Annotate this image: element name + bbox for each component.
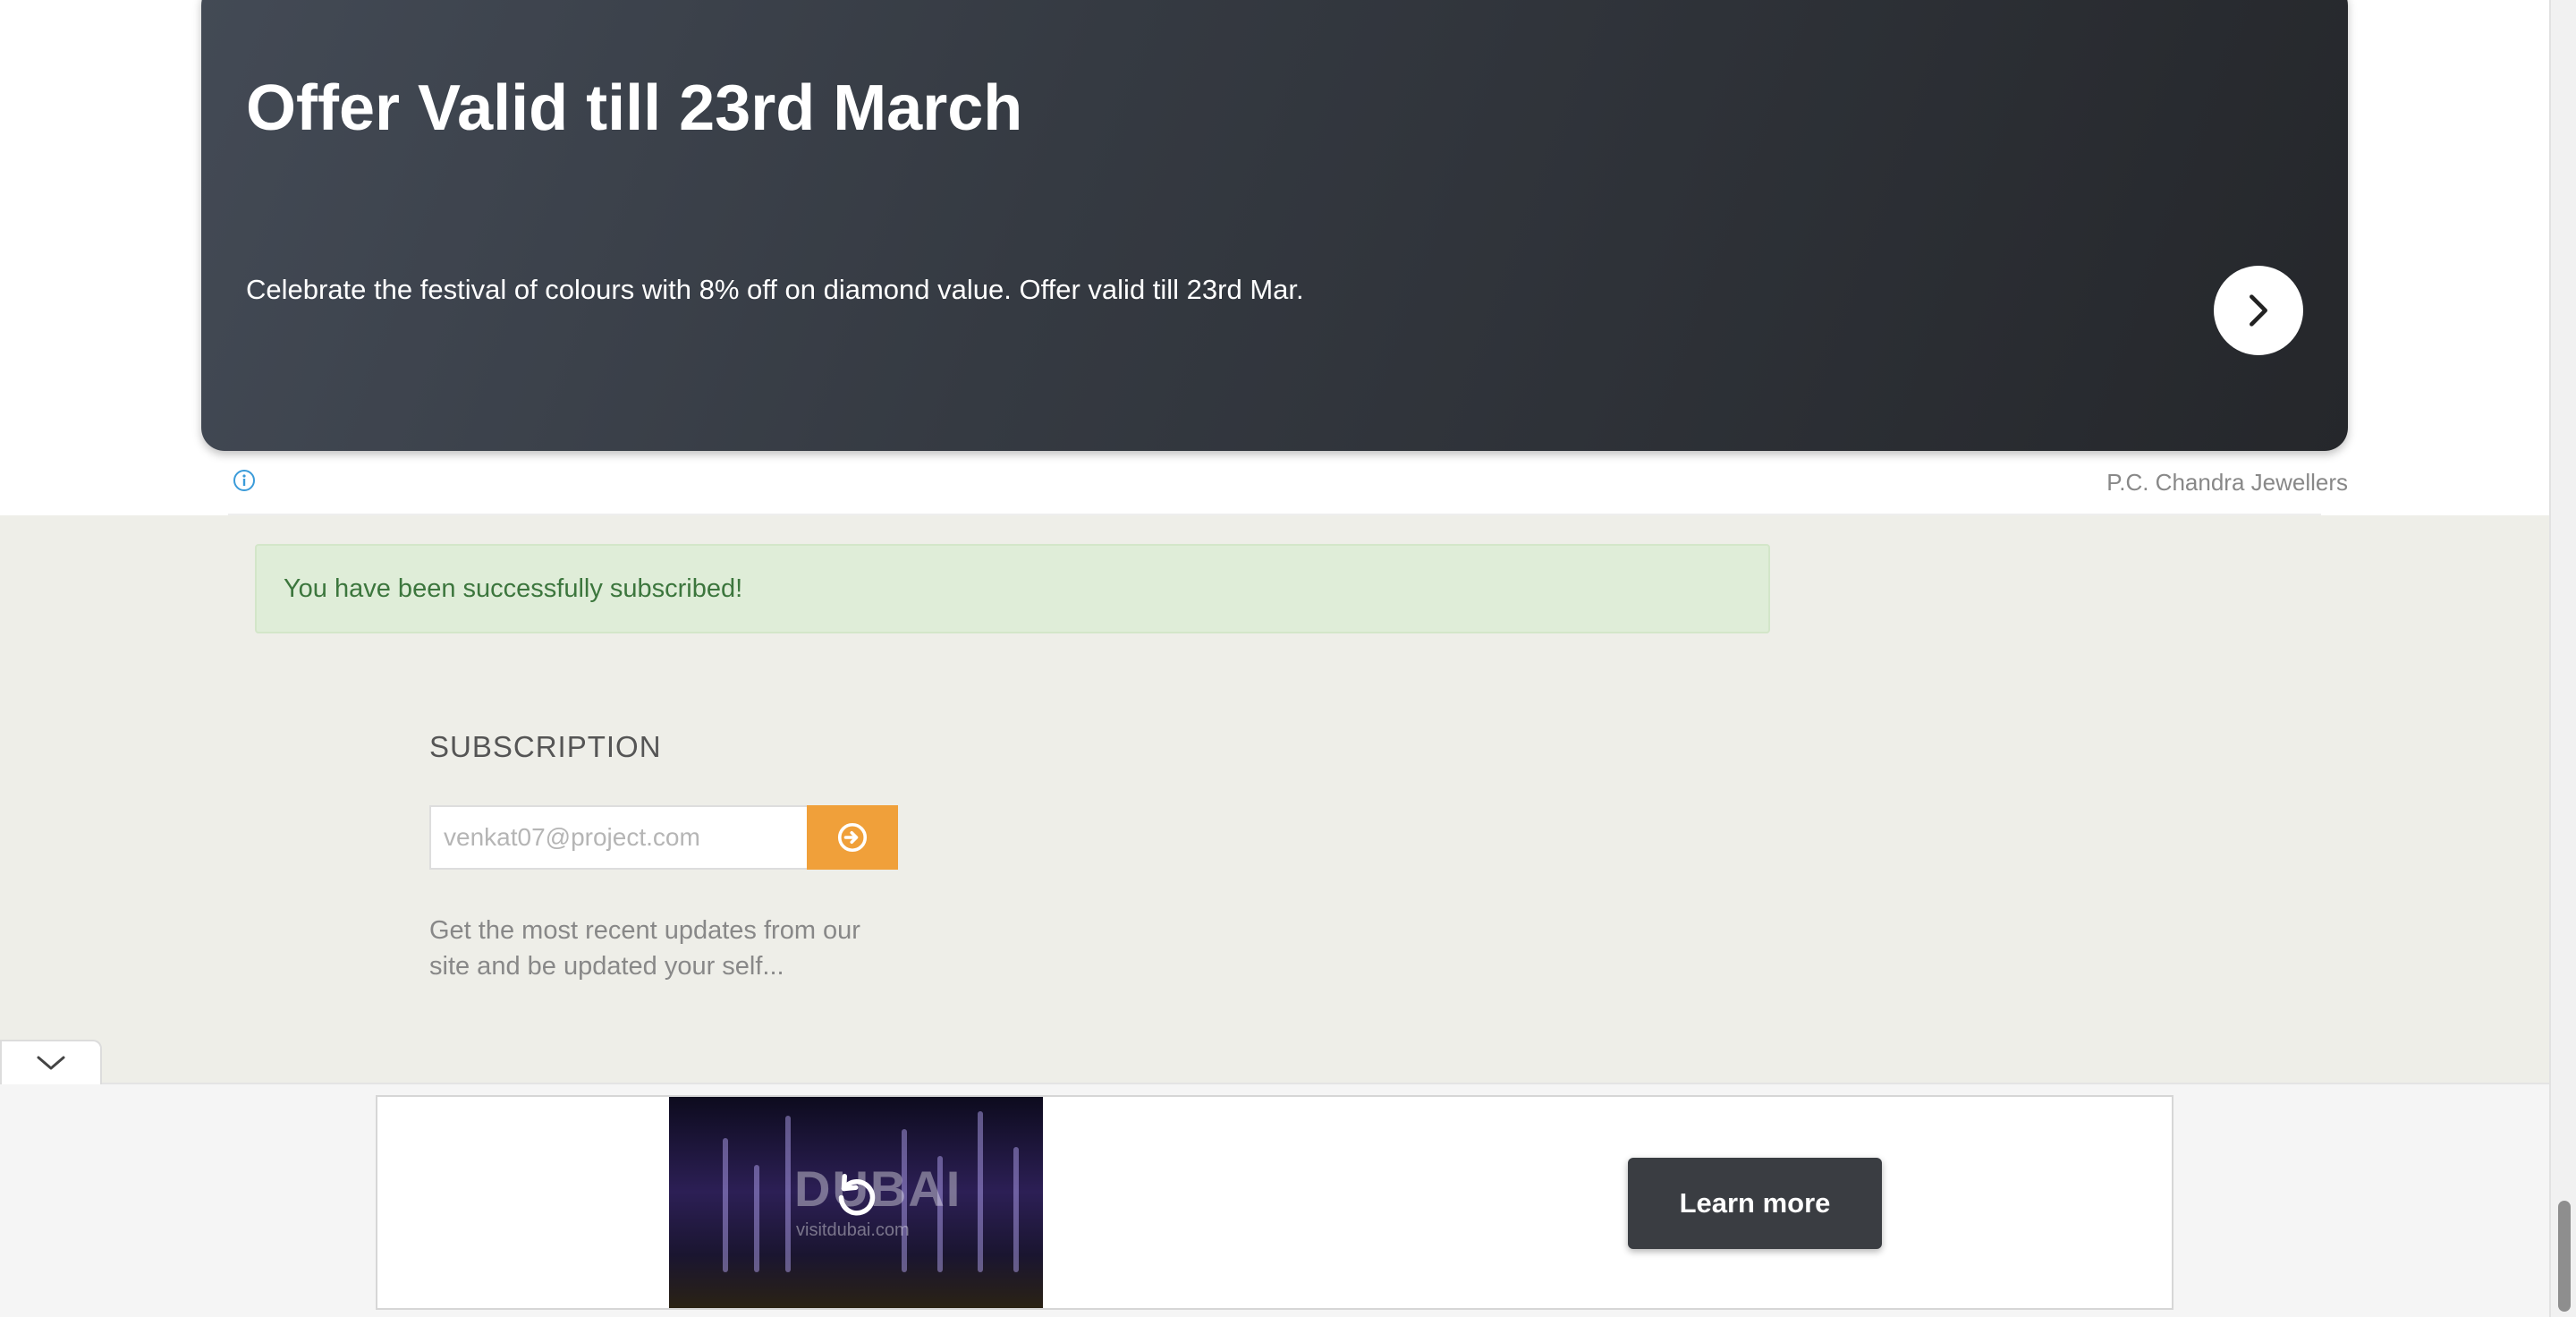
scrollbar-thumb[interactable] (2558, 1201, 2571, 1312)
chevron-right-icon (2250, 294, 2267, 327)
bottom-ad[interactable]: DUBAI visitdubai.com Learn more (376, 1095, 2174, 1310)
fountain-jet (785, 1116, 791, 1272)
replay-icon[interactable] (830, 1168, 884, 1222)
chevron-down-icon (37, 1056, 65, 1070)
collapse-ad-button[interactable] (0, 1040, 102, 1084)
subscription-form (429, 805, 898, 870)
subscription-title: SUBSCRIPTION (429, 730, 662, 763)
video-url: visitdubai.com (796, 1220, 910, 1240)
ad-advertiser-name[interactable]: P.C. Chandra Jewellers (2106, 469, 2348, 497)
ad-title: Offer Valid till 23rd March (246, 72, 1023, 144)
success-alert: You have been successfully subscribed! (255, 544, 1770, 633)
fountain-jet (754, 1165, 759, 1272)
sticky-ad-bar: DUBAI visitdubai.com Learn more (0, 1083, 2549, 1317)
ad-description: Celebrate the festival of colours with 8… (246, 274, 1304, 305)
email-input[interactable] (429, 805, 807, 870)
arrow-circle-right-icon (837, 822, 868, 853)
subscribe-button[interactable] (807, 805, 898, 870)
learn-more-button[interactable]: Learn more (1628, 1158, 1882, 1249)
fountain-jet (723, 1138, 728, 1272)
fountain-jet (1013, 1147, 1019, 1272)
fountain-jet (978, 1111, 983, 1272)
subscription-description: Get the most recent updates from our sit… (429, 916, 860, 981)
ad-next-button[interactable] (2214, 266, 2303, 355)
ad-section: Offer Valid till 23rd March Celebrate th… (0, 0, 2549, 515)
ad-card[interactable]: Offer Valid till 23rd March Celebrate th… (201, 0, 2348, 451)
info-icon[interactable] (233, 469, 256, 492)
main-content: You have been successfully subscribed! S… (0, 515, 2549, 1083)
ad-video[interactable]: DUBAI visitdubai.com (669, 1097, 1043, 1308)
page-scrollbar[interactable] (2549, 0, 2576, 1317)
